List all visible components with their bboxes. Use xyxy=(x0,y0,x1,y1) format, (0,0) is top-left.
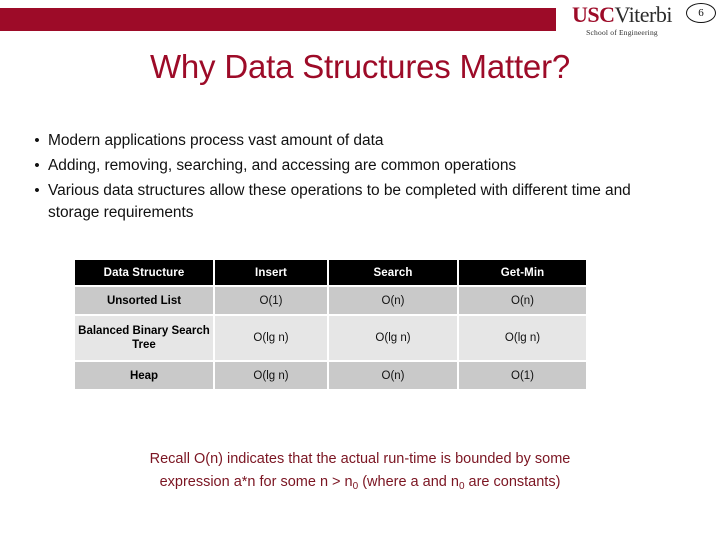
cell-search: O(lg n) xyxy=(329,316,457,360)
bullet-icon: • xyxy=(34,132,40,149)
cell-search: O(n) xyxy=(329,287,457,314)
logo-viterbi-text: Viterbi xyxy=(614,2,673,27)
footnote-line-2-part-a: expression a*n for some n > n xyxy=(159,474,353,490)
column-header-search: Search xyxy=(329,260,457,285)
footnote-line-1: Recall O(n) indicates that the actual ru… xyxy=(149,451,571,467)
page-number-badge: 6 xyxy=(686,3,716,23)
cell-get-min: O(lg n) xyxy=(459,316,586,360)
list-item-label: Various data structures allow these oper… xyxy=(48,182,631,221)
cell-structure-name: Balanced Binary Search Tree xyxy=(75,316,213,360)
cell-insert: O(1) xyxy=(215,287,327,314)
bullet-icon: • xyxy=(34,157,40,174)
footnote-line-2-part-b: (where a and n xyxy=(358,474,459,490)
slide-header: USCViterbi School of Engineering 6 xyxy=(0,0,720,48)
logo-subtitle: School of Engineering xyxy=(586,28,658,37)
cell-insert: O(lg n) xyxy=(215,362,327,389)
table-row: Unsorted List O(1) O(n) O(n) xyxy=(75,287,586,314)
cell-structure-name: Unsorted List xyxy=(75,287,213,314)
list-item-label: Modern applications process vast amount … xyxy=(48,132,384,149)
table-header-row: Data Structure Insert Search Get-Min xyxy=(75,260,586,285)
cell-get-min: O(n) xyxy=(459,287,586,314)
logo-usc-text: USC xyxy=(571,2,615,27)
cell-get-min: O(1) xyxy=(459,362,586,389)
page-title: Why Data Structures Matter? xyxy=(149,48,571,85)
column-header-get-min: Get-Min xyxy=(459,260,586,285)
cell-insert: O(lg n) xyxy=(215,316,327,360)
cell-search: O(n) xyxy=(329,362,457,389)
cell-structure-name: Heap xyxy=(75,362,213,389)
list-item-label: Adding, removing, searching, and accessi… xyxy=(48,157,517,174)
footnote-line-2: expression a*n for some n > n0 (where a … xyxy=(60,471,660,495)
footnote-line-2-part-c: are constants) xyxy=(464,474,561,490)
bullet-icon: • xyxy=(34,182,40,199)
usc-viterbi-logo: USCViterbi School of Engineering xyxy=(561,4,683,37)
bullet-list: • Modern applications process vast amoun… xyxy=(26,130,666,227)
column-header-data-structure: Data Structure xyxy=(75,260,213,285)
header-accent-bar xyxy=(0,8,556,31)
footnote-subscript-1: 0 xyxy=(352,481,359,492)
footnote-subscript-2: 0 xyxy=(458,481,465,492)
table-row: Heap O(lg n) O(n) O(1) xyxy=(75,362,586,389)
list-item: • Modern applications process vast amoun… xyxy=(26,130,666,152)
logo-wordmark: USCViterbi xyxy=(561,4,683,26)
table-row: Balanced Binary Search Tree O(lg n) O(lg… xyxy=(75,316,586,360)
list-item: • Adding, removing, searching, and acces… xyxy=(26,155,666,177)
complexity-table: Data Structure Insert Search Get-Min Uns… xyxy=(73,258,586,391)
list-item: • Various data structures allow these op… xyxy=(26,180,666,224)
footnote: Recall O(n) indicates that the actual ru… xyxy=(60,448,660,495)
column-header-insert: Insert xyxy=(215,260,327,285)
